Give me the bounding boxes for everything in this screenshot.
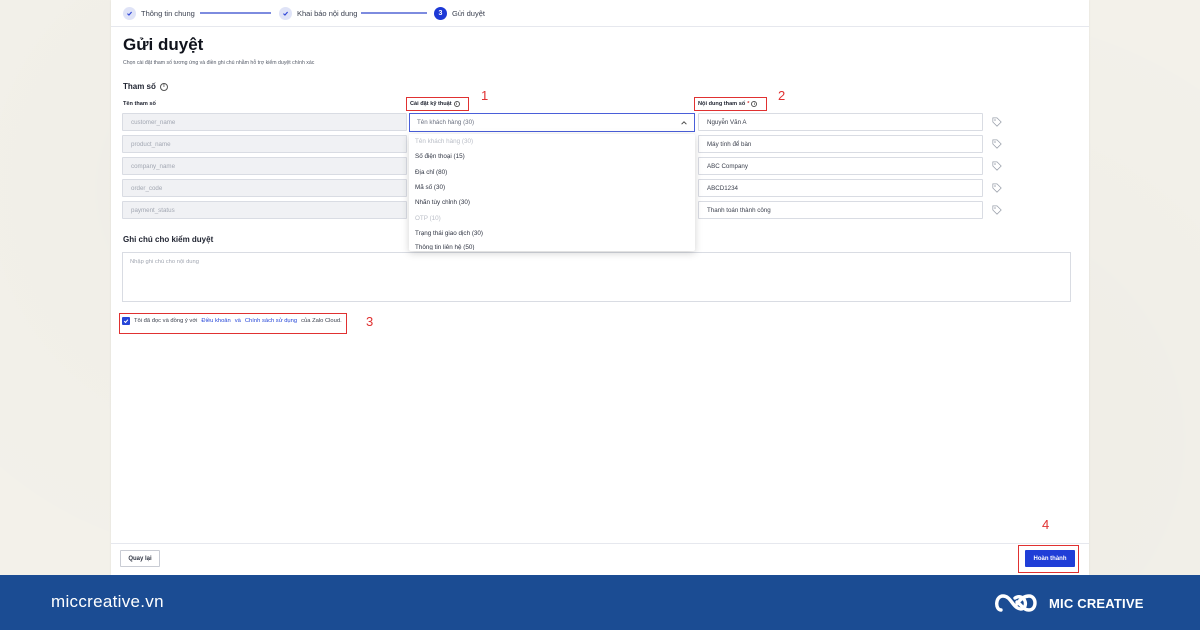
step-content-declaration[interactable]: Khai báo nội dung [279, 6, 357, 20]
site-url[interactable]: miccreative.vn [51, 592, 164, 612]
dropdown-option[interactable]: Nhãn tùy chỉnh (30) [409, 195, 695, 210]
dropdown-option[interactable]: Thông tin liên hệ (50) [409, 241, 695, 250]
step-submit-review[interactable]: 3 Gửi duyệt [434, 6, 485, 20]
note-section-title: Ghi chú cho kiểm duyệt [123, 235, 214, 244]
step-label: Gửi duyệt [452, 8, 485, 18]
param-value-field[interactable]: Máy tính để bàn [698, 135, 983, 153]
tag-icon[interactable] [992, 205, 1002, 215]
step-connector [200, 12, 271, 14]
brand-name: MIC CREATIVE [1049, 595, 1144, 611]
brand-logo: MIC CREATIVE [993, 587, 1144, 619]
footer-bar: Quay lại Hoàn thành [111, 543, 1089, 575]
tag-icon[interactable] [992, 139, 1002, 149]
review-note-textarea[interactable]: Nhập ghi chú cho nội dung [122, 252, 1071, 302]
stepper: Thông tin chung Khai báo nội dung 3 Gửi … [111, 0, 1089, 27]
dropdown-option: OTP (10) [415, 214, 441, 222]
annotation-label-1: 1 [481, 88, 489, 103]
param-name-field: payment_status [122, 201, 407, 219]
step-label: Khai báo nội dung [297, 8, 358, 18]
annotation-label-2: 2 [778, 88, 786, 103]
check-icon [279, 6, 292, 20]
dropdown-option: Tên khách hàng (30) [415, 138, 474, 146]
select-value: Tên khách hàng (30) [417, 119, 475, 126]
dropdown-option[interactable]: Mã số (30) [409, 180, 695, 195]
chevron-up-icon [681, 121, 687, 125]
param-name-field: customer_name [122, 113, 407, 131]
param-name-field: order_code [122, 179, 407, 197]
annotation-box-4 [1018, 545, 1079, 573]
step-connector [361, 12, 427, 14]
params-section-title: Tham số i [123, 82, 168, 91]
param-name-field: product_name [122, 135, 407, 153]
tag-icon[interactable] [992, 161, 1002, 171]
app-window: Thông tin chung Khai báo nội dung 3 Gửi … [111, 0, 1089, 575]
mic-logo-icon [995, 594, 1037, 612]
param-name-field: company_name [122, 157, 407, 175]
page-description: Chọn cài đặt tham số tương ứng và điền g… [123, 60, 315, 66]
param-value-field[interactable]: Thanh toán thành công [698, 201, 983, 219]
back-button[interactable]: Quay lại [120, 550, 160, 567]
step-general-info[interactable]: Thông tin chung [123, 6, 195, 20]
annotation-label-4: 4 [1042, 517, 1050, 532]
info-icon[interactable]: i [159, 82, 168, 91]
param-value-field[interactable]: Nguyễn Văn A [698, 113, 983, 131]
tech-setting-dropdown: Tên khách hàng (30) Số điện thoại (15) Đ… [409, 134, 695, 251]
annotation-box-3 [119, 313, 347, 334]
annotation-label-3: 3 [366, 314, 374, 329]
tech-setting-select[interactable]: Tên khách hàng (30) [409, 113, 695, 132]
param-value-field[interactable]: ABC Company [698, 157, 983, 175]
tag-icon[interactable] [992, 183, 1002, 193]
tag-icon[interactable] [992, 117, 1002, 127]
page-title: Gửi duyệt [123, 35, 204, 54]
param-value-field[interactable]: ABCD1234 [698, 179, 983, 197]
dropdown-option[interactable]: Địa chỉ (80) [409, 165, 695, 180]
textarea-placeholder: Nhập ghi chú cho nội dung [130, 259, 199, 265]
col-param-name-label: Tên tham số [123, 101, 156, 107]
check-icon [123, 6, 136, 20]
params-title-text: Tham số [123, 82, 156, 91]
col-param-name: Tên tham số [123, 101, 156, 107]
step-number: 3 [434, 6, 447, 20]
annotation-box-2 [694, 97, 767, 111]
step-label: Thông tin chung [141, 8, 195, 18]
dropdown-option[interactable]: Trạng thái giao dịch (30) [409, 226, 695, 241]
annotation-box-1 [406, 97, 469, 111]
dropdown-option[interactable]: Số điện thoại (15) [409, 149, 695, 164]
brand-banner: miccreative.vn MIC CREATIVE [0, 575, 1200, 630]
